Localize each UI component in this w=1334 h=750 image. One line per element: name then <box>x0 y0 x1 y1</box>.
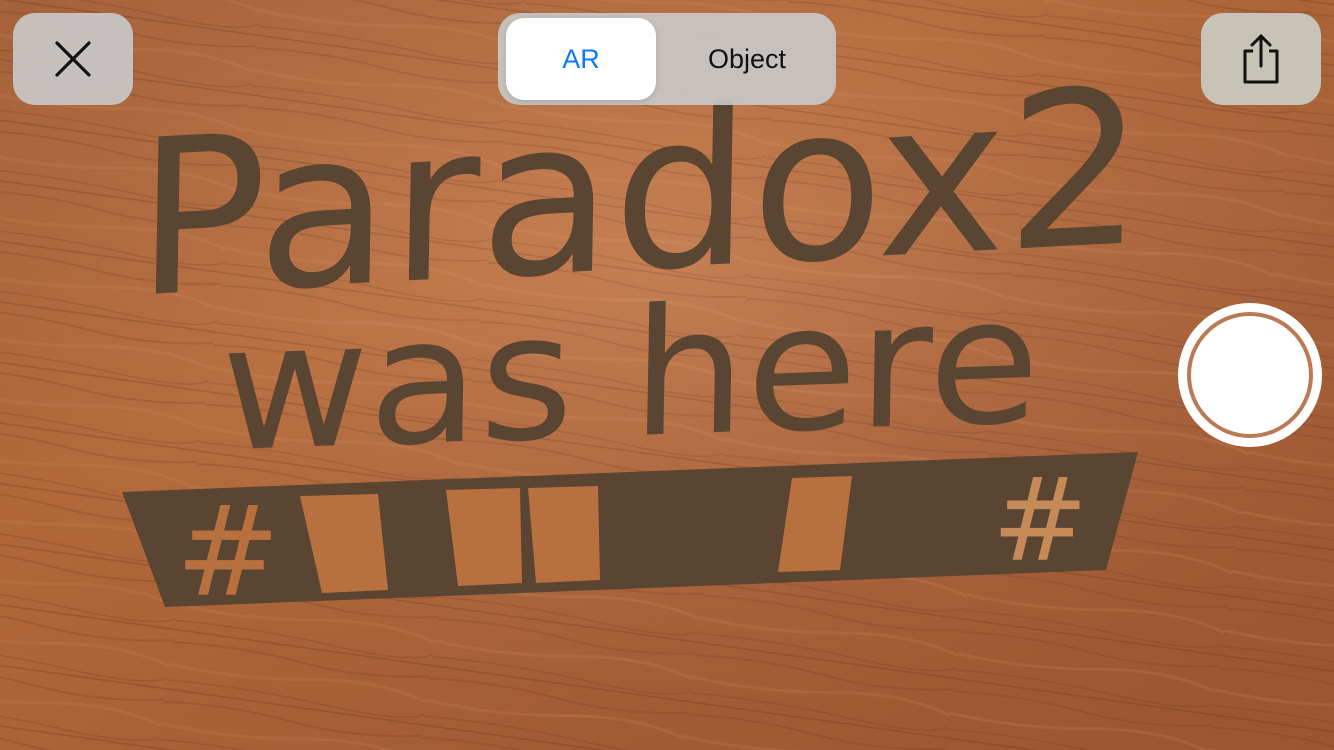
mode-segmented-control: AR Object <box>498 13 836 105</box>
ar-text-line2: was here <box>219 259 1042 492</box>
segment-object[interactable]: Object <box>666 18 828 100</box>
banner-hash-left: # <box>176 480 281 625</box>
camera-view: Paradox2 was here # # <box>0 0 1334 750</box>
shutter-inner-ring <box>1187 312 1313 438</box>
share-button[interactable] <box>1201 13 1321 105</box>
close-icon <box>55 41 91 77</box>
banner-hash-right: # <box>992 454 1088 588</box>
share-icon <box>1243 34 1279 84</box>
shutter-button[interactable] <box>1178 303 1322 447</box>
close-button[interactable] <box>13 13 133 105</box>
ar-scene: Paradox2 was here # # <box>0 0 1334 750</box>
segment-ar[interactable]: AR <box>506 18 656 100</box>
